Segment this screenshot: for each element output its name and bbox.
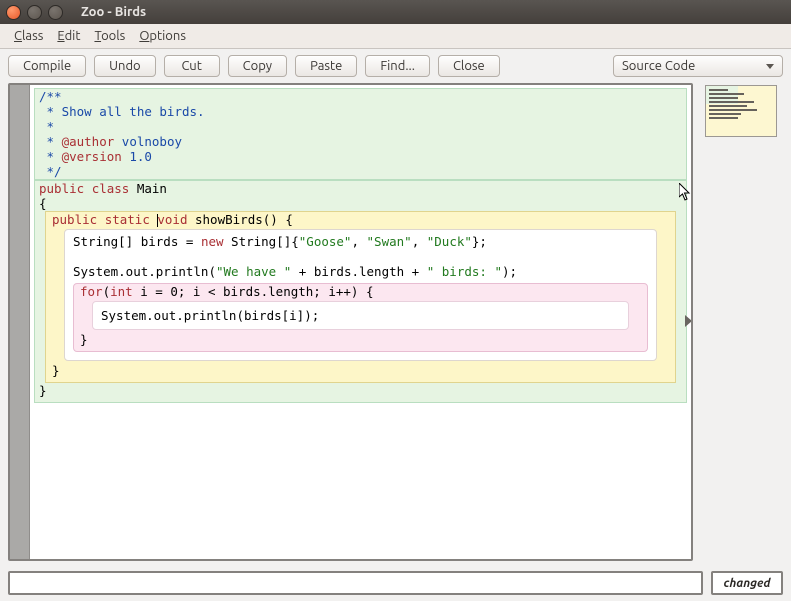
javadoc-block: /** * Show all the birds. * * @author vo… [34,88,687,180]
maximize-icon[interactable] [48,5,63,20]
panel-divider-icon[interactable] [685,315,692,327]
chevron-down-icon [766,64,774,69]
cut-button[interactable]: Cut [164,55,220,77]
copy-button[interactable]: Copy [228,55,287,77]
code-editor[interactable]: /** * Show all the birds. * * @author vo… [30,85,691,559]
overview-panel [699,83,783,561]
editor-gutter[interactable] [10,85,30,559]
close-button[interactable]: Close [438,55,500,77]
compile-button[interactable]: Compile [8,55,86,77]
undo-button[interactable]: Undo [94,55,156,77]
menu-class[interactable]: Class [8,27,49,45]
menu-options[interactable]: Options [133,27,192,45]
paste-button[interactable]: Paste [295,55,357,77]
class-block: public class Main { public static void s… [34,180,687,403]
statusbar: changed [0,567,791,601]
for-body-block: System.out.println(birds[i]); [92,301,629,330]
find-button[interactable]: Find... [365,55,430,77]
status-message [8,571,703,595]
toolbar: Compile Undo Cut Copy Paste Find... Clos… [0,49,791,83]
method-body-block: String[] birds = new String[]{"Goose", "… [64,229,657,361]
close-icon[interactable] [6,5,21,20]
window-controls [6,5,63,20]
titlebar: Zoo - Birds [0,0,791,24]
view-select-value: Source Code [622,59,695,73]
view-select[interactable]: Source Code [613,55,783,77]
window-title: Zoo - Birds [81,5,146,19]
minimize-icon[interactable] [27,5,42,20]
menubar: Class Edit Tools Options [0,24,791,49]
for-loop-block: for(int i = 0; i < birds.length; i++) { … [73,283,648,352]
status-state: changed [711,571,783,595]
menu-tools[interactable]: Tools [88,27,131,45]
editor-panel: /** * Show all the birds. * * @author vo… [8,83,693,561]
method-block: public static void showBirds() { String[… [45,211,676,383]
code-minimap[interactable] [705,85,777,137]
workarea: /** * Show all the birds. * * @author vo… [0,83,791,567]
menu-edit[interactable]: Edit [51,27,86,45]
